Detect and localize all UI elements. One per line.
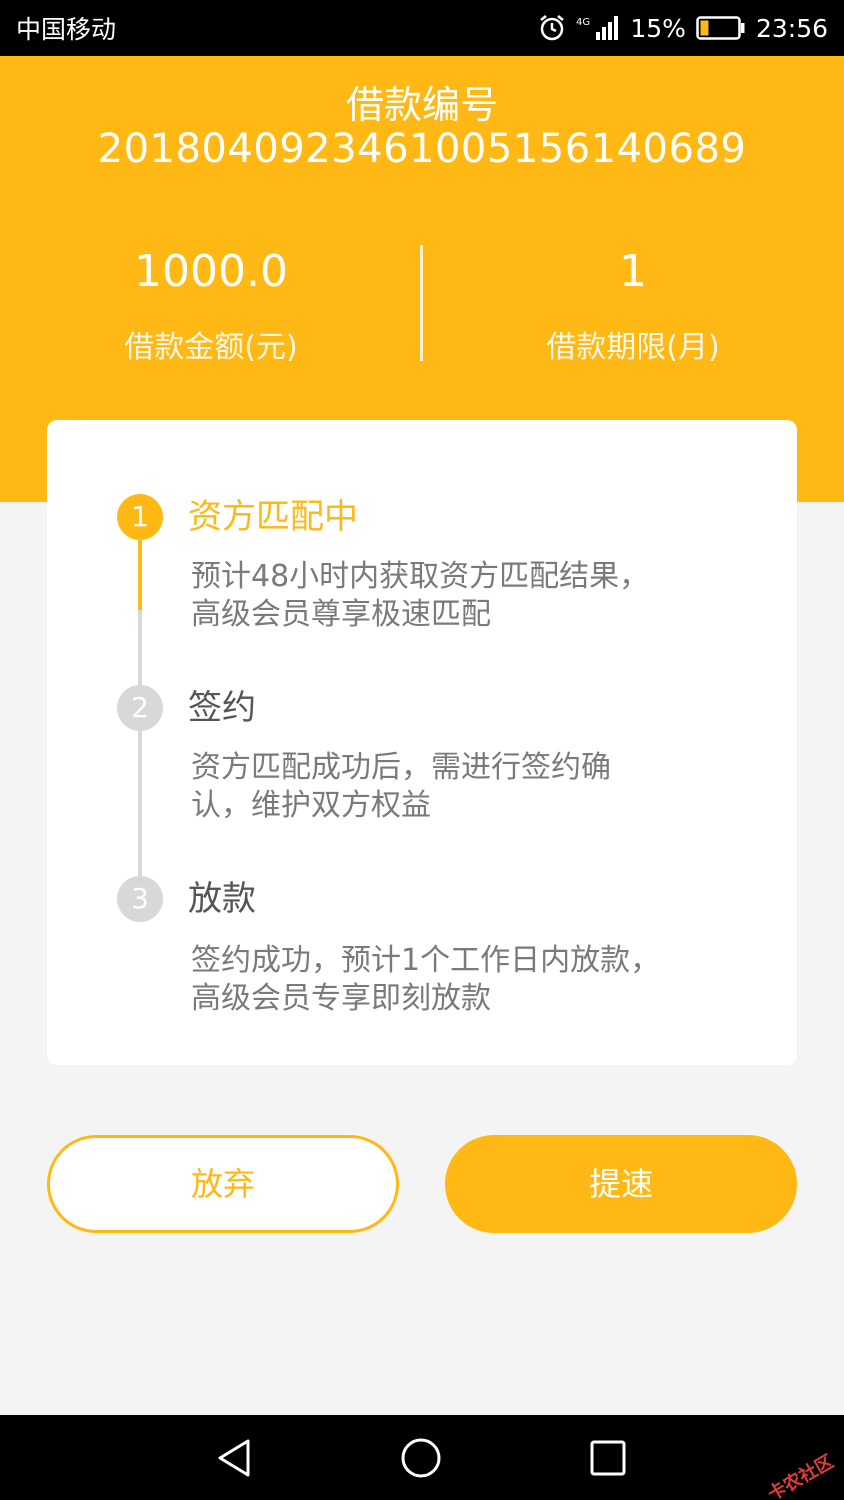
step-description: 预计48小时内获取资方匹配结果， 高级会员尊享极速匹配	[191, 558, 731, 634]
loan-term-label: 借款期限(月)	[546, 330, 720, 365]
battery-percent: 15%	[630, 13, 686, 43]
home-icon[interactable]	[399, 1437, 443, 1479]
step-description-line: 高级会员专享即刻放款	[191, 981, 491, 1016]
step-title: 签约	[188, 688, 256, 728]
timeline-segment	[138, 731, 142, 876]
loan-number: 2018040923461005156140689	[97, 126, 747, 172]
step-description-line: 认，维护双方权益	[191, 788, 431, 823]
step-number-badge: 1	[117, 494, 163, 540]
loan-amount-stat: 1000.0 借款金额(元)	[0, 244, 422, 366]
step-number-badge: 3	[117, 876, 163, 922]
battery-icon	[696, 16, 745, 40]
timeline-segment-active	[138, 540, 142, 610]
step-description-line: 资方匹配成功后，需进行签约确	[191, 750, 611, 785]
recent-apps-icon[interactable]	[587, 1437, 629, 1479]
navigation-bar: 卡农社区	[0, 1415, 844, 1500]
clock: 23:56	[755, 13, 828, 43]
carrier-name: 中国移动	[16, 15, 117, 44]
step-description: 签约成功，预计1个工作日内放款， 高级会员专享即刻放款	[191, 942, 731, 1018]
step-description-line: 预计48小时内获取资方匹配结果，	[191, 559, 650, 594]
speed-up-button[interactable]: 提速	[445, 1135, 797, 1233]
alarm-icon	[540, 15, 565, 41]
step-title: 资方匹配中	[188, 497, 358, 537]
step-description-line: 签约成功，预计1个工作日内放款，	[191, 943, 661, 978]
network-type: 4G	[576, 17, 590, 28]
back-icon[interactable]	[214, 1437, 254, 1479]
step-description: 资方匹配成功后，需进行签约确 认，维护双方权益	[191, 749, 731, 825]
step-number-badge: 2	[117, 685, 163, 731]
loan-amount-value: 1000.0	[134, 246, 288, 297]
timeline-segment	[138, 610, 142, 685]
abandon-button[interactable]: 放弃	[47, 1135, 399, 1233]
step-description-line: 高级会员尊享极速匹配	[191, 597, 491, 632]
loan-amount-label: 借款金额(元)	[124, 330, 298, 365]
signal-icon: 4G	[576, 16, 619, 40]
step-title: 放款	[188, 879, 256, 919]
status-indicators: 4G 15% 23:56	[538, 14, 828, 43]
loan-number-label: 借款编号	[345, 83, 498, 127]
loan-term-stat: 1 借款期限(月)	[422, 244, 844, 366]
loan-term-value: 1	[619, 246, 647, 297]
status-bar: 中国移动 4G 15% 23:56	[0, 0, 844, 56]
progress-card: 1 资方匹配中 预计48小时内获取资方匹配结果， 高级会员尊享极速匹配 2 签约…	[47, 420, 797, 1065]
watermark-logo: 卡农社区	[764, 1451, 838, 1500]
